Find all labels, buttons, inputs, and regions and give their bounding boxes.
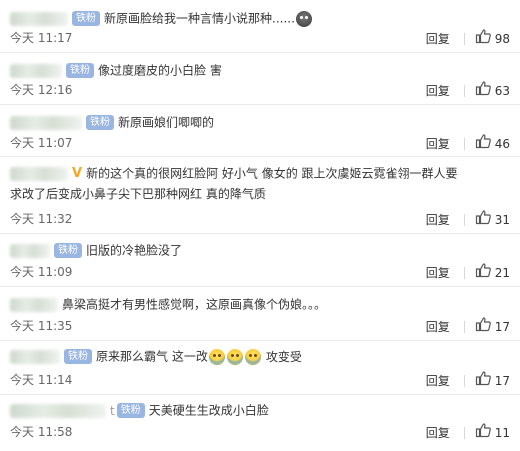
like-count: 11	[494, 425, 510, 440]
reply-button[interactable]: 回复	[426, 29, 450, 49]
crying-laughing-emoji-icon	[226, 348, 243, 365]
username-blurred[interactable]	[10, 115, 82, 130]
username-blurred[interactable]	[10, 349, 60, 364]
fan-badge: 铁粉	[66, 63, 94, 78]
thumbs-up-icon[interactable]	[475, 209, 491, 231]
comment-divider	[0, 52, 520, 53]
fan-badge: 铁粉	[54, 243, 82, 258]
separator	[463, 321, 465, 333]
comment-text: 旧版的冷艳脸没了	[86, 243, 183, 258]
comment-time: 今天 12:16	[10, 83, 73, 97]
comment-time: 今天 11:32	[10, 212, 73, 226]
username-blurred[interactable]	[10, 243, 50, 258]
like-count: 17	[494, 319, 510, 334]
comment-time: 今天 11:35	[10, 319, 73, 333]
username-blurred[interactable]	[10, 63, 62, 78]
thumbs-up-icon[interactable]	[475, 28, 491, 50]
username-tail[interactable]: t	[110, 401, 115, 421]
comment-divider	[0, 340, 520, 341]
fan-badge: 铁粉	[64, 349, 92, 364]
like-count: 46	[494, 136, 510, 151]
comment-time: 今天 11:07	[10, 136, 73, 150]
like-count: 63	[494, 83, 510, 98]
comment-actions: 回复 46	[426, 133, 510, 155]
username-blurred[interactable]	[10, 297, 58, 312]
thumbs-up-icon[interactable]	[475, 316, 491, 338]
fan-badge: 铁粉	[86, 115, 114, 130]
reply-button[interactable]: 回复	[426, 317, 450, 337]
username-blurred[interactable]	[10, 403, 106, 418]
comment-actions: 回复 17	[426, 370, 510, 392]
comment-text: 天美硬生生改成小白脸	[148, 403, 269, 418]
dark-face-emoji-icon	[295, 10, 312, 27]
comment-actions: 回复 31	[426, 209, 510, 231]
crying-laughing-emoji-icon	[244, 348, 261, 365]
comment-divider	[0, 104, 520, 105]
comment-divider	[0, 394, 520, 395]
username-blurred[interactable]	[10, 166, 68, 181]
comment-text: 原来那么霸气 这一改	[96, 349, 208, 364]
comment-divider	[0, 156, 520, 157]
comment-actions: 回复 98	[426, 28, 510, 50]
thumbs-up-icon[interactable]	[475, 422, 491, 444]
username-blurred[interactable]	[10, 11, 68, 26]
separator	[463, 427, 465, 439]
reply-button[interactable]: 回复	[426, 423, 450, 443]
comment-text: 新的这个真的很网红脸阿 好小气 像女的 跟上次虞姬云霓雀翎一群人要	[86, 166, 458, 181]
thumbs-up-icon[interactable]	[475, 262, 491, 284]
comment-time: 今天 11:14	[10, 373, 73, 387]
thumbs-up-icon[interactable]	[475, 80, 491, 102]
comment-text-after-emoji: 攻变受	[265, 349, 302, 364]
thumbs-up-icon[interactable]	[475, 370, 491, 392]
comment-text: 新原画娘们唧唧的	[118, 115, 215, 130]
comment-divider	[0, 233, 520, 234]
thumbs-up-icon[interactable]	[475, 133, 491, 155]
separator	[463, 33, 465, 45]
separator	[463, 85, 465, 97]
comment-actions: 回复 63	[426, 80, 510, 102]
vip-verified-icon: V	[72, 165, 83, 181]
comment-text: 鼻梁高挺才有男性感觉啊，这原画真像个伪娘。。。	[62, 297, 327, 312]
reply-button[interactable]: 回复	[426, 371, 450, 391]
fan-badge: 铁粉	[72, 11, 100, 26]
separator	[463, 214, 465, 226]
comment-actions: 回复 17	[426, 316, 510, 338]
like-count: 31	[494, 212, 510, 227]
comment-text: 像过度磨皮的小白脸 害	[98, 63, 222, 78]
like-count: 17	[494, 373, 510, 388]
comment-time: 今天 11:58	[10, 425, 73, 439]
reply-button[interactable]: 回复	[426, 81, 450, 101]
comment-divider	[0, 286, 520, 287]
comment-text-continued: 求改了后变成小鼻子尖下巴那种网红 真的降气质	[10, 187, 266, 201]
comment-actions: 回复 21	[426, 262, 510, 284]
reply-button[interactable]: 回复	[426, 210, 450, 230]
like-count: 21	[494, 265, 510, 280]
separator	[463, 267, 465, 279]
separator	[463, 138, 465, 150]
comment-actions: 回复 11	[426, 422, 510, 444]
separator	[463, 375, 465, 387]
comment-time: 今天 11:17	[10, 31, 73, 45]
reply-button[interactable]: 回复	[426, 263, 450, 283]
crying-laughing-emoji-icon	[208, 348, 225, 365]
comment-time: 今天 11:09	[10, 265, 73, 279]
comment-text: 新原画脸给我一种言情小说那种......	[104, 11, 295, 26]
fan-badge: 铁粉	[116, 403, 145, 418]
reply-button[interactable]: 回复	[426, 134, 450, 154]
like-count: 98	[494, 31, 510, 46]
